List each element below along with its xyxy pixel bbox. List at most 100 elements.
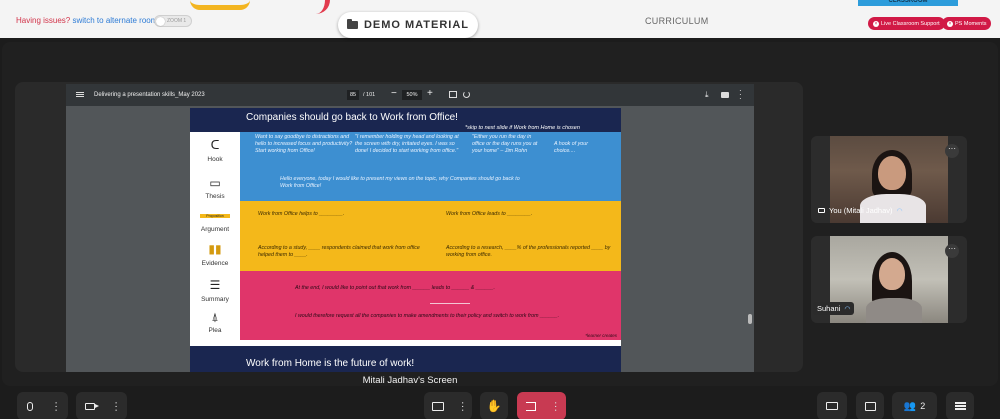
live-support-label: Live Classroom Support	[881, 20, 940, 27]
camera-control[interactable]: ···	[76, 392, 127, 419]
chat-button[interactable]	[856, 392, 884, 419]
live-support-button[interactable]: × Live Classroom Support	[868, 17, 945, 30]
brand-decoration	[190, 0, 250, 10]
participant-face	[878, 156, 906, 190]
main-menu-button[interactable]	[946, 392, 974, 419]
evidence-1: According to a study, ____ respondents c…	[258, 245, 420, 258]
menu-icon[interactable]	[76, 92, 84, 94]
pdf-title: Delivering a presentation skills_May 202…	[94, 92, 205, 98]
more-vertical-icon[interactable]: ···	[456, 401, 468, 412]
leave-icon[interactable]	[525, 401, 536, 411]
print-icon[interactable]	[721, 92, 729, 98]
list-circle-icon: ☰	[209, 278, 221, 292]
slide-page: Companies should go back to Work from Of…	[190, 108, 621, 350]
share-screen-icon[interactable]	[431, 401, 444, 411]
wifi-icon: ◠	[844, 305, 851, 313]
raise-hand-icon: ✋	[486, 399, 502, 413]
brand-decoration	[300, 0, 330, 14]
more-vertical-icon[interactable]: ···	[739, 87, 742, 103]
participant-name: Suhani	[817, 304, 841, 313]
switch-room-link[interactable]: switch to alternate room	[72, 16, 157, 25]
hook-option-3: "Either you run the day in office or the…	[472, 134, 538, 154]
hook-option-1: Want to say goodbye to distractions and …	[255, 134, 353, 154]
summary-text: At the end, I would like to point out th…	[295, 285, 495, 291]
close-circle-icon: ×	[947, 20, 953, 27]
participant-name-other: Suhani ◠	[813, 302, 855, 315]
participant-body	[866, 298, 922, 323]
classroom-tab[interactable]: CLASSROOM	[858, 0, 958, 6]
fit-page-icon[interactable]	[449, 91, 457, 98]
close-circle-icon: ×	[873, 20, 879, 27]
demo-material-label: DEMO MATERIAL	[363, 19, 470, 31]
participant-tile-self[interactable]: ··· You (Mitali Jadhav) ◠	[811, 136, 967, 223]
argument-evidence-band: Work from Office helps to ________. Work…	[240, 201, 621, 271]
folder-icon	[346, 19, 358, 29]
participant-name: You (Mitali Jadhav)	[829, 206, 893, 215]
download-icon[interactable]: ⤓	[705, 90, 709, 100]
slide-title: Companies should go back to Work from Of…	[246, 112, 458, 123]
plea-text: I would therefore request all the compan…	[295, 313, 560, 319]
mic-control[interactable]: ···	[17, 392, 68, 419]
plea-icon: ⍋	[211, 310, 219, 324]
evidence-2: According to a research, ____% of the pr…	[446, 245, 611, 258]
divider	[430, 303, 470, 304]
chat-icon	[864, 401, 876, 411]
participant-tile-other[interactable]: ··· Suhani ◠	[811, 236, 967, 323]
more-vertical-icon[interactable]: ···	[110, 401, 122, 412]
zoom-toggle[interactable]: ZOOM 1	[154, 15, 192, 27]
screen-share-label: Mitali Jadhav's Screen	[362, 375, 458, 386]
page-number-input[interactable]: 85	[347, 90, 359, 100]
tile-more-icon[interactable]: ···	[945, 244, 959, 258]
microphone-icon[interactable]	[27, 401, 33, 411]
structure-icons: ᑕ Hook ▭ Thesis Proposition Argument ▮▮ …	[190, 132, 240, 340]
summary-plea-band: At the end, I would like to point out th…	[240, 271, 621, 340]
zoom-in-icon[interactable]: +	[427, 88, 433, 99]
hook-option-2: "I remember holding my head and looking …	[355, 134, 459, 154]
evidence-icon: ▮▮	[208, 242, 222, 256]
slide-note: *skip to next slide if Work from Home is…	[465, 125, 580, 131]
laptop-icon	[826, 402, 838, 410]
pdf-viewer: Delivering a presentation skills_May 202…	[66, 84, 754, 372]
participant-face	[879, 258, 905, 290]
tile-more-icon[interactable]: ···	[945, 144, 959, 158]
camera-icon[interactable]	[85, 402, 99, 410]
curriculum-link[interactable]: CURRICULUM	[645, 16, 709, 26]
issues-notice: Having issues? switch to alternate room	[16, 16, 157, 25]
hamburger-icon	[954, 405, 966, 407]
people-icon: 👥	[903, 400, 917, 412]
rotate-icon[interactable]	[463, 91, 470, 98]
hook-label: Hook	[207, 156, 223, 163]
issues-text: Having issues?	[16, 16, 71, 25]
argument-1: Work from Office helps to ________.	[258, 211, 345, 217]
plea-label: Plea	[208, 327, 222, 334]
summary-label: Summary	[201, 296, 229, 303]
pdf-scrollbar[interactable]	[748, 314, 752, 324]
speech-bubble-icon: ▭	[209, 176, 221, 190]
more-vertical-icon[interactable]: ···	[50, 401, 62, 412]
raise-hand-button[interactable]: ✋	[480, 392, 508, 419]
next-slide-title: Work from Home is the future of work!	[246, 358, 415, 369]
demo-material-button[interactable]: DEMO MATERIAL	[338, 12, 478, 38]
share-screen-control[interactable]: ···	[424, 392, 472, 419]
leave-control[interactable]: ···	[517, 392, 566, 419]
page-total: / 101	[363, 92, 376, 98]
thesis-label: Thesis	[205, 193, 225, 200]
slide-credit: *learner creates	[585, 333, 617, 338]
zoom-level-input[interactable]: 50%	[402, 90, 422, 100]
evidence-label: Evidence	[201, 260, 229, 267]
next-slide-page: Work from Home is the future of work!	[190, 346, 621, 372]
top-bar: Having issues? switch to alternate room …	[0, 0, 1000, 38]
hook-icon: ᑕ	[210, 138, 220, 152]
proposition-tag: Proposition	[200, 214, 230, 218]
more-vertical-icon[interactable]: ···	[550, 401, 562, 412]
layout-button[interactable]	[817, 392, 847, 419]
participants-button[interactable]: 👥 2	[892, 392, 937, 419]
zoom-out-icon[interactable]: −	[391, 88, 397, 99]
argument-2: Work from Office leads to ________.	[446, 211, 533, 217]
slide-header: Companies should go back to Work from Of…	[190, 108, 621, 132]
participant-count: 2	[920, 401, 926, 411]
wifi-icon: ◠	[896, 207, 903, 215]
hook-thesis-band: Want to say goodbye to distractions and …	[240, 132, 621, 201]
ps-moments-button[interactable]: × PS Moments	[942, 17, 992, 30]
pdf-toolbar: Delivering a presentation skills_May 202…	[66, 84, 754, 106]
